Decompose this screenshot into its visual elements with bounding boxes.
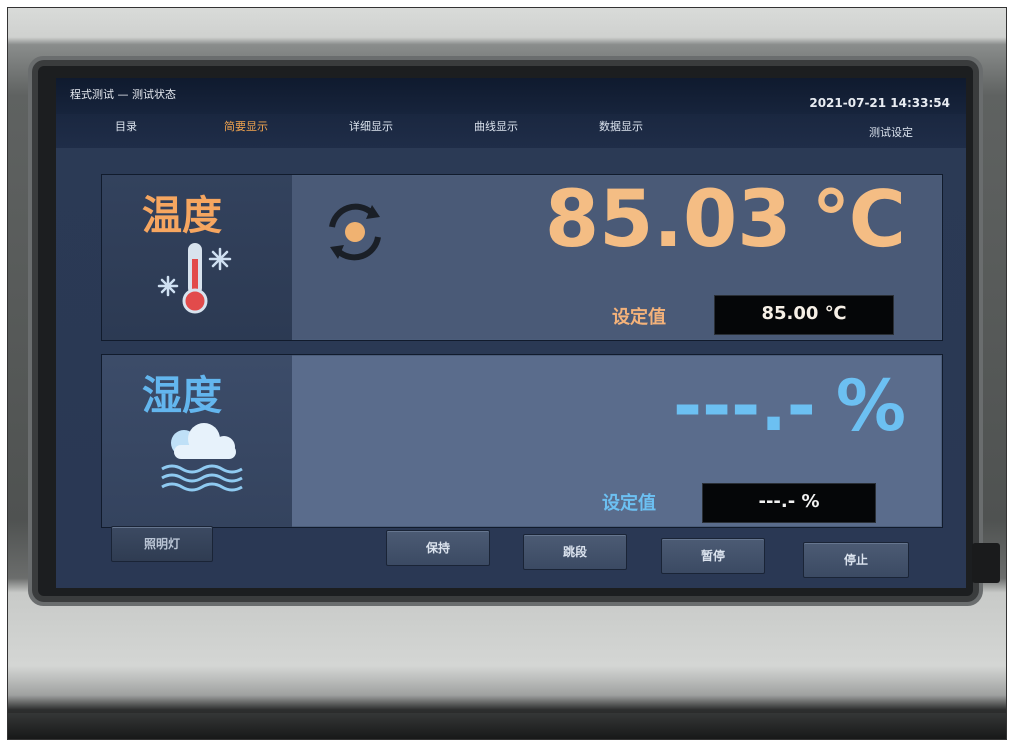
temperature-setpoint-field[interactable]: 85.00 ℃	[714, 295, 894, 335]
humidity-setpoint-field[interactable]: ---.- %	[702, 483, 876, 523]
window-title: 程式测试 — 测试状态	[70, 88, 176, 101]
humidity-value: ---.-	[673, 365, 816, 447]
humidity-label-area: 湿度	[102, 355, 292, 527]
temperature-label-area: 温度	[102, 175, 292, 340]
temperature-unit: ℃	[811, 175, 906, 265]
temperature-reading: 85.03 ℃	[545, 175, 906, 265]
hold-button[interactable]: 保持	[386, 530, 490, 566]
tab-detail-display[interactable]: 详细显示	[331, 114, 411, 148]
cloud-waves-icon	[161, 423, 243, 492]
light-button[interactable]: 照明灯	[111, 526, 213, 562]
humidity-setpoint-label: 设定值	[602, 493, 656, 514]
photo-frame: 程式测试 — 测试状态 2021-07-21 14:33:54 目录 简要显示 …	[7, 7, 1007, 740]
humidity-label: 湿度	[142, 373, 222, 419]
skip-button[interactable]: 跳段	[523, 534, 627, 570]
title-bar: 程式测试 — 测试状态 2021-07-21 14:33:54	[56, 78, 966, 114]
temperature-value: 85.03	[544, 175, 792, 265]
tab-data-display[interactable]: 数据显示	[581, 114, 661, 148]
temperature-setpoint-label: 设定值	[612, 307, 666, 328]
tab-test-settings[interactable]: 测试设定	[851, 120, 931, 154]
humidity-panel: 湿度 ---.-% 设定值 ---.- %	[101, 354, 943, 528]
humidity-reading: ---.-%	[673, 365, 906, 447]
tab-brief-display[interactable]: 简要显示	[206, 114, 286, 148]
hmi-screen: 程式测试 — 测试状态 2021-07-21 14:33:54 目录 简要显示 …	[56, 78, 966, 588]
thermometer-snowflake-icon	[157, 243, 232, 314]
refresh-cycle-icon	[329, 203, 381, 261]
datetime-display: 2021-07-21 14:33:54	[809, 96, 950, 110]
stop-button[interactable]: 停止	[803, 542, 909, 578]
tab-curve-display[interactable]: 曲线显示	[456, 114, 536, 148]
device-bottom-strip	[8, 713, 1006, 739]
tab-catalog[interactable]: 目录	[96, 114, 156, 148]
device-side-knob	[972, 543, 1000, 583]
temperature-panel: 温度 85.03 ℃ 设定值 85.00 ℃	[101, 174, 943, 341]
pause-button[interactable]: 暂停	[661, 538, 765, 574]
tab-bar: 目录 简要显示 详细显示 曲线显示 数据显示 测试设定	[56, 114, 966, 148]
temperature-label: 温度	[142, 193, 222, 239]
humidity-unit: %	[835, 365, 906, 447]
